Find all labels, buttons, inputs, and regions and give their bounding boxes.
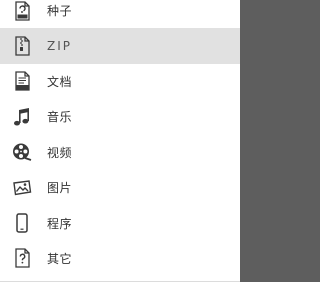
file-type-list: 种子 ZIP 文档 音乐 视频 图片 程序 其它 [0,0,240,276]
menu-item-label: 种子 [47,4,73,19]
zip-file-icon [11,35,33,57]
menu-item-program[interactable]: 程序 [0,205,240,240]
menu-item-music[interactable]: 音乐 [0,99,240,134]
phone-icon [11,212,33,234]
menu-item-label: 其它 [47,251,73,266]
menu-item-document[interactable]: 文档 [0,64,240,99]
file-type-drawer: 种子 ZIP 文档 音乐 视频 图片 程序 其它 [0,0,240,282]
menu-item-zip[interactable]: ZIP [0,28,240,64]
menu-item-label: 文档 [47,74,73,89]
menu-item-other[interactable]: 其它 [0,241,240,276]
dim-overlay[interactable] [240,0,320,282]
menu-item-label: 音乐 [47,110,73,125]
menu-item-label: 图片 [47,181,73,196]
menu-item-label: 程序 [47,216,73,231]
doc-file-icon [11,70,33,92]
question-file-icon [11,247,33,269]
music-note-icon [11,106,33,128]
menu-item-picture[interactable]: 图片 [0,170,240,205]
menu-item-video[interactable]: 视频 [0,135,240,170]
menu-item-label: ZIP [47,39,72,54]
screen: 种子 ZIP 文档 音乐 视频 图片 程序 其它 [0,0,320,282]
menu-item-torrent[interactable]: 种子 [0,0,240,28]
film-reel-icon [11,141,33,163]
torrent-file-icon [11,0,33,22]
menu-item-label: 视频 [47,145,73,160]
picture-icon [11,177,33,199]
